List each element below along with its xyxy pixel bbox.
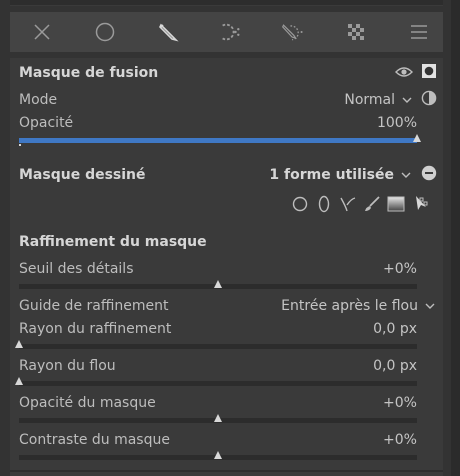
refine-title: Raffinement du masque [19,234,207,250]
brush-shape-icon[interactable] [363,195,381,213]
shapes-used-value[interactable]: 1 forme utilisée [269,167,394,183]
slider-handle[interactable] [214,280,222,288]
blend-title: Masque de fusion [19,65,159,81]
mask-opacity-slider[interactable] [19,412,417,426]
contrast-toggle-icon[interactable] [421,90,437,110]
blur-label: Rayon du flou [19,358,116,374]
slider-handle[interactable] [413,134,421,142]
remove-shapes-icon[interactable] [421,165,437,185]
ellipse-shape-icon[interactable] [315,195,333,213]
mode-label: Mode [19,92,58,108]
contrast-row: Contraste du masque +0% [19,430,417,450]
slider-handle[interactable] [15,340,23,348]
mask-opacity-value: +0% [383,395,417,411]
blur-slider[interactable] [15,375,417,389]
mask-opacity-row: Opacité du masque +0% [19,393,417,413]
chevron-down-icon[interactable] [401,169,411,182]
mode-value[interactable]: Normal [344,92,395,108]
eye-icon[interactable] [395,64,413,83]
guide-value[interactable]: Entrée après le flou [281,298,418,314]
pencil-icon[interactable] [156,20,180,44]
blur-row: Rayon du flou 0,0 px [19,356,417,376]
circle-icon[interactable] [93,20,117,44]
mode-row[interactable]: Mode Normal [19,90,437,110]
opacity-label: Opacité [19,115,74,131]
contrast-value: +0% [383,432,417,448]
menu-icon[interactable] [407,20,431,44]
contrast-label: Contraste du masque [19,432,170,448]
detail-value: +0% [383,261,417,277]
mask-display-icon[interactable] [421,63,437,83]
guide-label: Guide de raffinement [19,298,169,314]
detail-slider[interactable] [19,278,417,292]
top-strip [10,0,443,6]
bottom-divider [10,470,443,472]
blur-value: 0,0 px [373,358,417,374]
chevron-down-icon[interactable] [402,94,412,107]
raster-icon[interactable] [344,20,368,44]
opacity-value: 100% [376,115,417,131]
drawn-header: Masque dessiné 1 forme utilisée [19,165,437,185]
parametric-icon[interactable] [218,20,242,44]
drawn-parametric-icon[interactable] [281,20,305,44]
circle-shape-icon[interactable] [291,195,309,213]
mask-opacity-label: Opacité du masque [19,395,156,411]
radius-row: Rayon du raffinement 0,0 px [19,319,417,339]
contrast-slider[interactable] [19,449,417,463]
guide-row[interactable]: Guide de raffinement Entrée après le flo… [19,296,435,316]
radius-value: 0,0 px [373,321,417,337]
shape-tools [291,195,429,213]
detail-row: Seuil des détails +0% [19,259,417,279]
slider-min-mark [19,144,21,146]
detail-label: Seuil des détails [19,261,134,277]
refine-header: Raffinement du masque [19,232,417,252]
edit-shapes-icon[interactable] [411,195,429,213]
drawn-title: Masque dessiné [19,167,146,183]
close-icon[interactable] [30,20,54,44]
mask-panel: Masque de fusion Mode Normal Opacité 100… [10,58,443,476]
slider-handle[interactable] [214,414,222,422]
scrollbar[interactable] [451,0,460,476]
gradient-shape-icon[interactable] [387,195,405,213]
chevron-down-icon[interactable] [425,300,435,313]
slider-handle[interactable] [214,451,222,459]
opacity-slider[interactable] [19,132,421,146]
mask-mode-toolbar [10,12,443,52]
radius-slider[interactable] [15,338,417,352]
path-shape-icon[interactable] [339,195,357,213]
blend-header: Masque de fusion [19,63,437,83]
slider-handle[interactable] [15,377,23,385]
opacity-row: Opacité 100% [19,113,417,133]
radius-label: Rayon du raffinement [19,321,172,337]
